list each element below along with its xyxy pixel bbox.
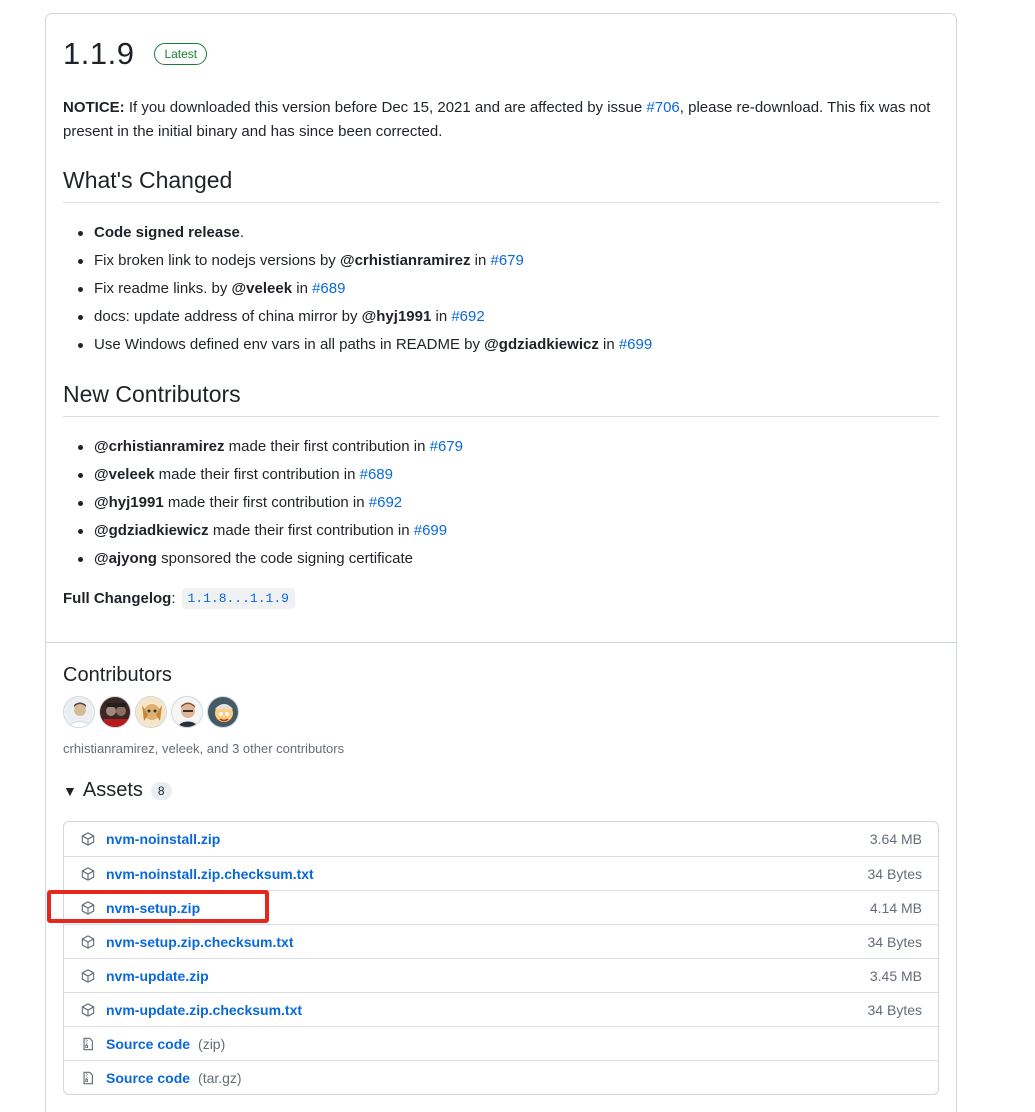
latest-badge: Latest: [154, 43, 208, 65]
list-item: @gdziadkiewicz made their first contribu…: [78, 517, 939, 545]
user-link[interactable]: @ajyong: [94, 550, 157, 567]
pr-link[interactable]: #679: [430, 438, 463, 455]
assets-heading: Assets: [82, 779, 143, 801]
avatar[interactable]: [171, 696, 203, 728]
package-icon: [80, 1002, 96, 1018]
release-version[interactable]: 1.1.9: [63, 36, 134, 72]
list-item: Use Windows defined env vars in all path…: [78, 331, 939, 359]
whats-changed-heading: What's Changed: [63, 167, 939, 203]
issue-link[interactable]: #706: [646, 99, 679, 116]
list-item: Fix broken link to nodejs versions by @c…: [78, 247, 939, 275]
avatar[interactable]: [135, 696, 167, 728]
highlight-annotation: [47, 890, 269, 923]
asset-link[interactable]: nvm-noinstall.zip.checksum.txt: [106, 866, 314, 882]
user-link[interactable]: @veleek: [232, 280, 293, 297]
user-link[interactable]: @hyj1991: [362, 308, 432, 325]
new-contributors-heading: New Contributors: [63, 381, 939, 417]
package-icon: [80, 968, 96, 984]
list-item: docs: update address of china mirror by …: [78, 303, 939, 331]
user-link[interactable]: @hyj1991: [94, 494, 164, 511]
avatar[interactable]: [63, 696, 95, 728]
asset-row: nvm-update.zip.checksum.txt 34 Bytes: [64, 992, 938, 1026]
notice-label: NOTICE:: [63, 99, 125, 116]
pr-link[interactable]: #692: [451, 308, 484, 325]
file-zip-icon: [80, 1070, 96, 1086]
asset-link[interactable]: nvm-setup.zip.checksum.txt: [106, 934, 294, 950]
changelog-link[interactable]: 1.1.8...1.1.9: [181, 588, 295, 609]
release-header: 1.1.9 Latest: [63, 36, 939, 72]
asset-size: 34 Bytes: [867, 865, 922, 882]
asset-row: nvm-noinstall.zip.checksum.txt 34 Bytes: [64, 856, 938, 890]
user-link[interactable]: @gdziadkiewicz: [484, 336, 599, 353]
list-item: @crhistianramirez made their first contr…: [78, 433, 939, 461]
package-icon: [80, 934, 96, 950]
release-notice: NOTICE: If you downloaded this version b…: [63, 96, 939, 144]
user-link[interactable]: @veleek: [94, 466, 155, 483]
pr-link[interactable]: #689: [312, 280, 345, 297]
asset-link[interactable]: nvm-update.zip.checksum.txt: [106, 1002, 302, 1018]
user-link[interactable]: @crhistianramirez: [94, 438, 225, 455]
changelog-label: Full Changelog: [63, 590, 172, 607]
assets-toggle[interactable]: ▼ Assets 8: [63, 779, 939, 802]
pr-link[interactable]: #699: [619, 336, 652, 353]
asset-ext: (zip): [198, 1035, 226, 1052]
pr-link[interactable]: #689: [360, 466, 393, 483]
avatar[interactable]: [99, 696, 131, 728]
asset-link[interactable]: nvm-update.zip: [106, 968, 209, 984]
user-link[interactable]: @crhistianramirez: [340, 252, 471, 269]
asset-row: nvm-noinstall.zip 3.64 MB: [64, 822, 938, 856]
list-item: @hyj1991 made their first contribution i…: [78, 489, 939, 517]
pr-link[interactable]: #679: [490, 252, 523, 269]
package-icon: [80, 866, 96, 882]
asset-row: Source code (zip): [64, 1026, 938, 1060]
list-item: Fix readme links. by @veleek in #689: [78, 275, 939, 303]
asset-size: 4.14 MB: [869, 899, 922, 916]
asset-size: 34 Bytes: [867, 933, 922, 950]
asset-row: nvm-setup.zip.checksum.txt 34 Bytes: [64, 924, 938, 958]
caret-down-icon: ▼: [63, 782, 77, 799]
list-item: @veleek made their first contribution in…: [78, 461, 939, 489]
full-changelog: Full Changelog: 1.1.8...1.1.9: [63, 588, 939, 609]
pr-link[interactable]: #699: [414, 522, 447, 539]
contributors-heading: Contributors: [63, 664, 172, 686]
package-icon: [80, 831, 96, 847]
avatar[interactable]: [207, 696, 239, 728]
list-item: @ajyong sponsored the code signing certi…: [78, 545, 939, 573]
list-item: Code signed release.: [78, 219, 939, 247]
asset-row: Source code (tar.gz): [64, 1060, 938, 1094]
contributor-avatars: [63, 696, 939, 728]
asset-size: 3.64 MB: [869, 831, 922, 847]
whats-changed-list: Code signed release. Fix broken link to …: [78, 219, 939, 359]
release-card: 1.1.9 Latest NOTICE: If you downloaded t…: [45, 13, 957, 1112]
asset-size: 34 Bytes: [867, 1001, 922, 1018]
notice-text-1: If you downloaded this version before De…: [124, 99, 647, 116]
asset-link[interactable]: Source code: [106, 1036, 190, 1052]
section-divider: [46, 642, 956, 643]
file-zip-icon: [80, 1036, 96, 1052]
user-link[interactable]: @gdziadkiewicz: [94, 522, 209, 539]
assets-list: nvm-noinstall.zip 3.64 MB nvm-noinstall.…: [63, 821, 939, 1095]
asset-size: 3.45 MB: [869, 967, 922, 984]
asset-link[interactable]: Source code: [106, 1070, 190, 1086]
new-contributors-list: @crhistianramirez made their first contr…: [78, 433, 939, 573]
asset-ext: (tar.gz): [198, 1069, 242, 1086]
asset-row: nvm-update.zip 3.45 MB: [64, 958, 938, 992]
assets-count: 8: [150, 781, 172, 800]
pr-link[interactable]: #692: [369, 494, 402, 511]
contributors-summary: crhistianramirez, veleek, and 3 other co…: [63, 741, 345, 756]
asset-link[interactable]: nvm-noinstall.zip: [106, 831, 220, 847]
